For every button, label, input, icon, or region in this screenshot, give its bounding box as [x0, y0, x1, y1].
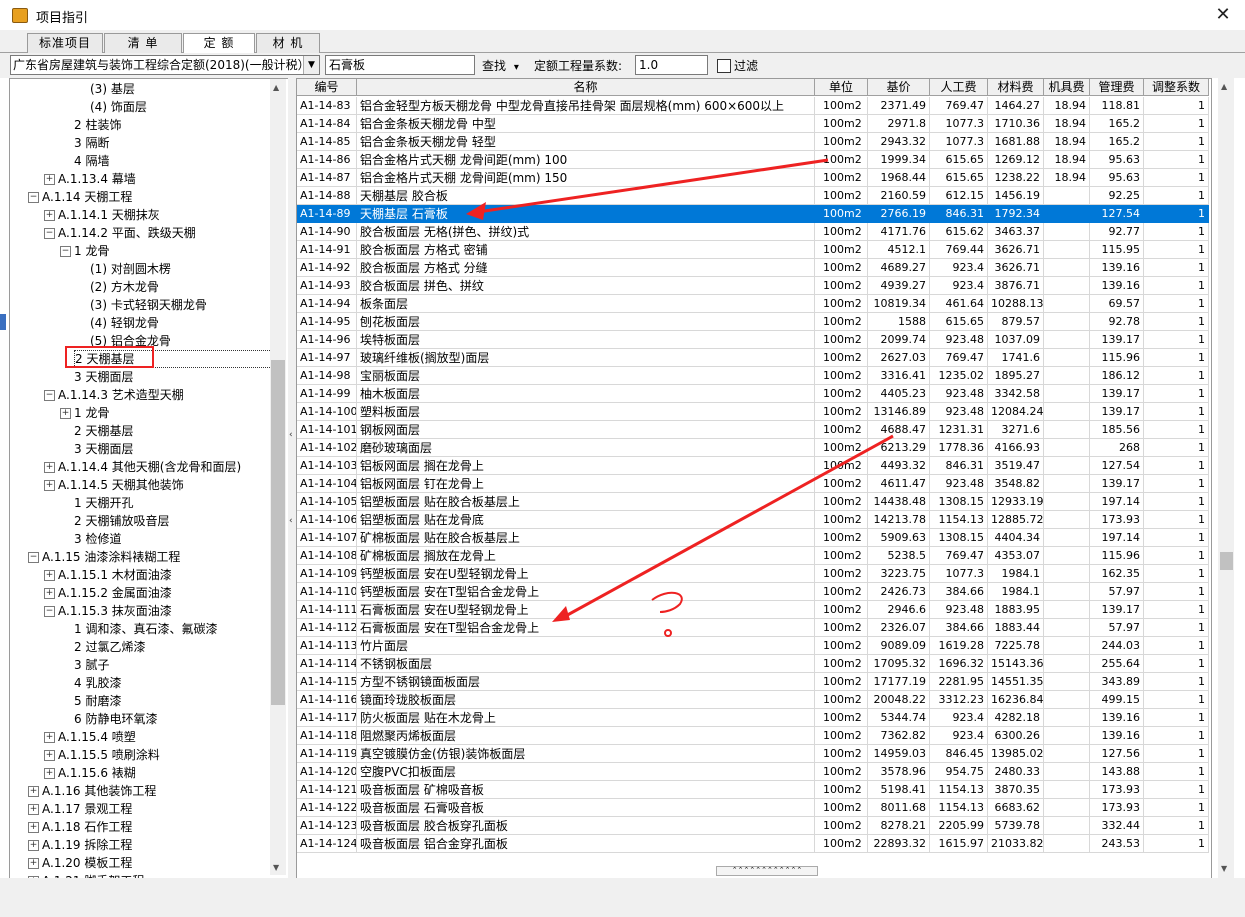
arrow-head-2: [552, 606, 570, 622]
highlight-box: [65, 346, 154, 368]
annotation-layer: [65, 158, 894, 637]
arrow-head-1: [466, 202, 486, 220]
annotation-arrow-1: [477, 158, 829, 214]
question-mark-dot: [664, 629, 672, 637]
question-mark-scribble: [651, 591, 683, 613]
annotation-arrow-2: [561, 434, 894, 620]
